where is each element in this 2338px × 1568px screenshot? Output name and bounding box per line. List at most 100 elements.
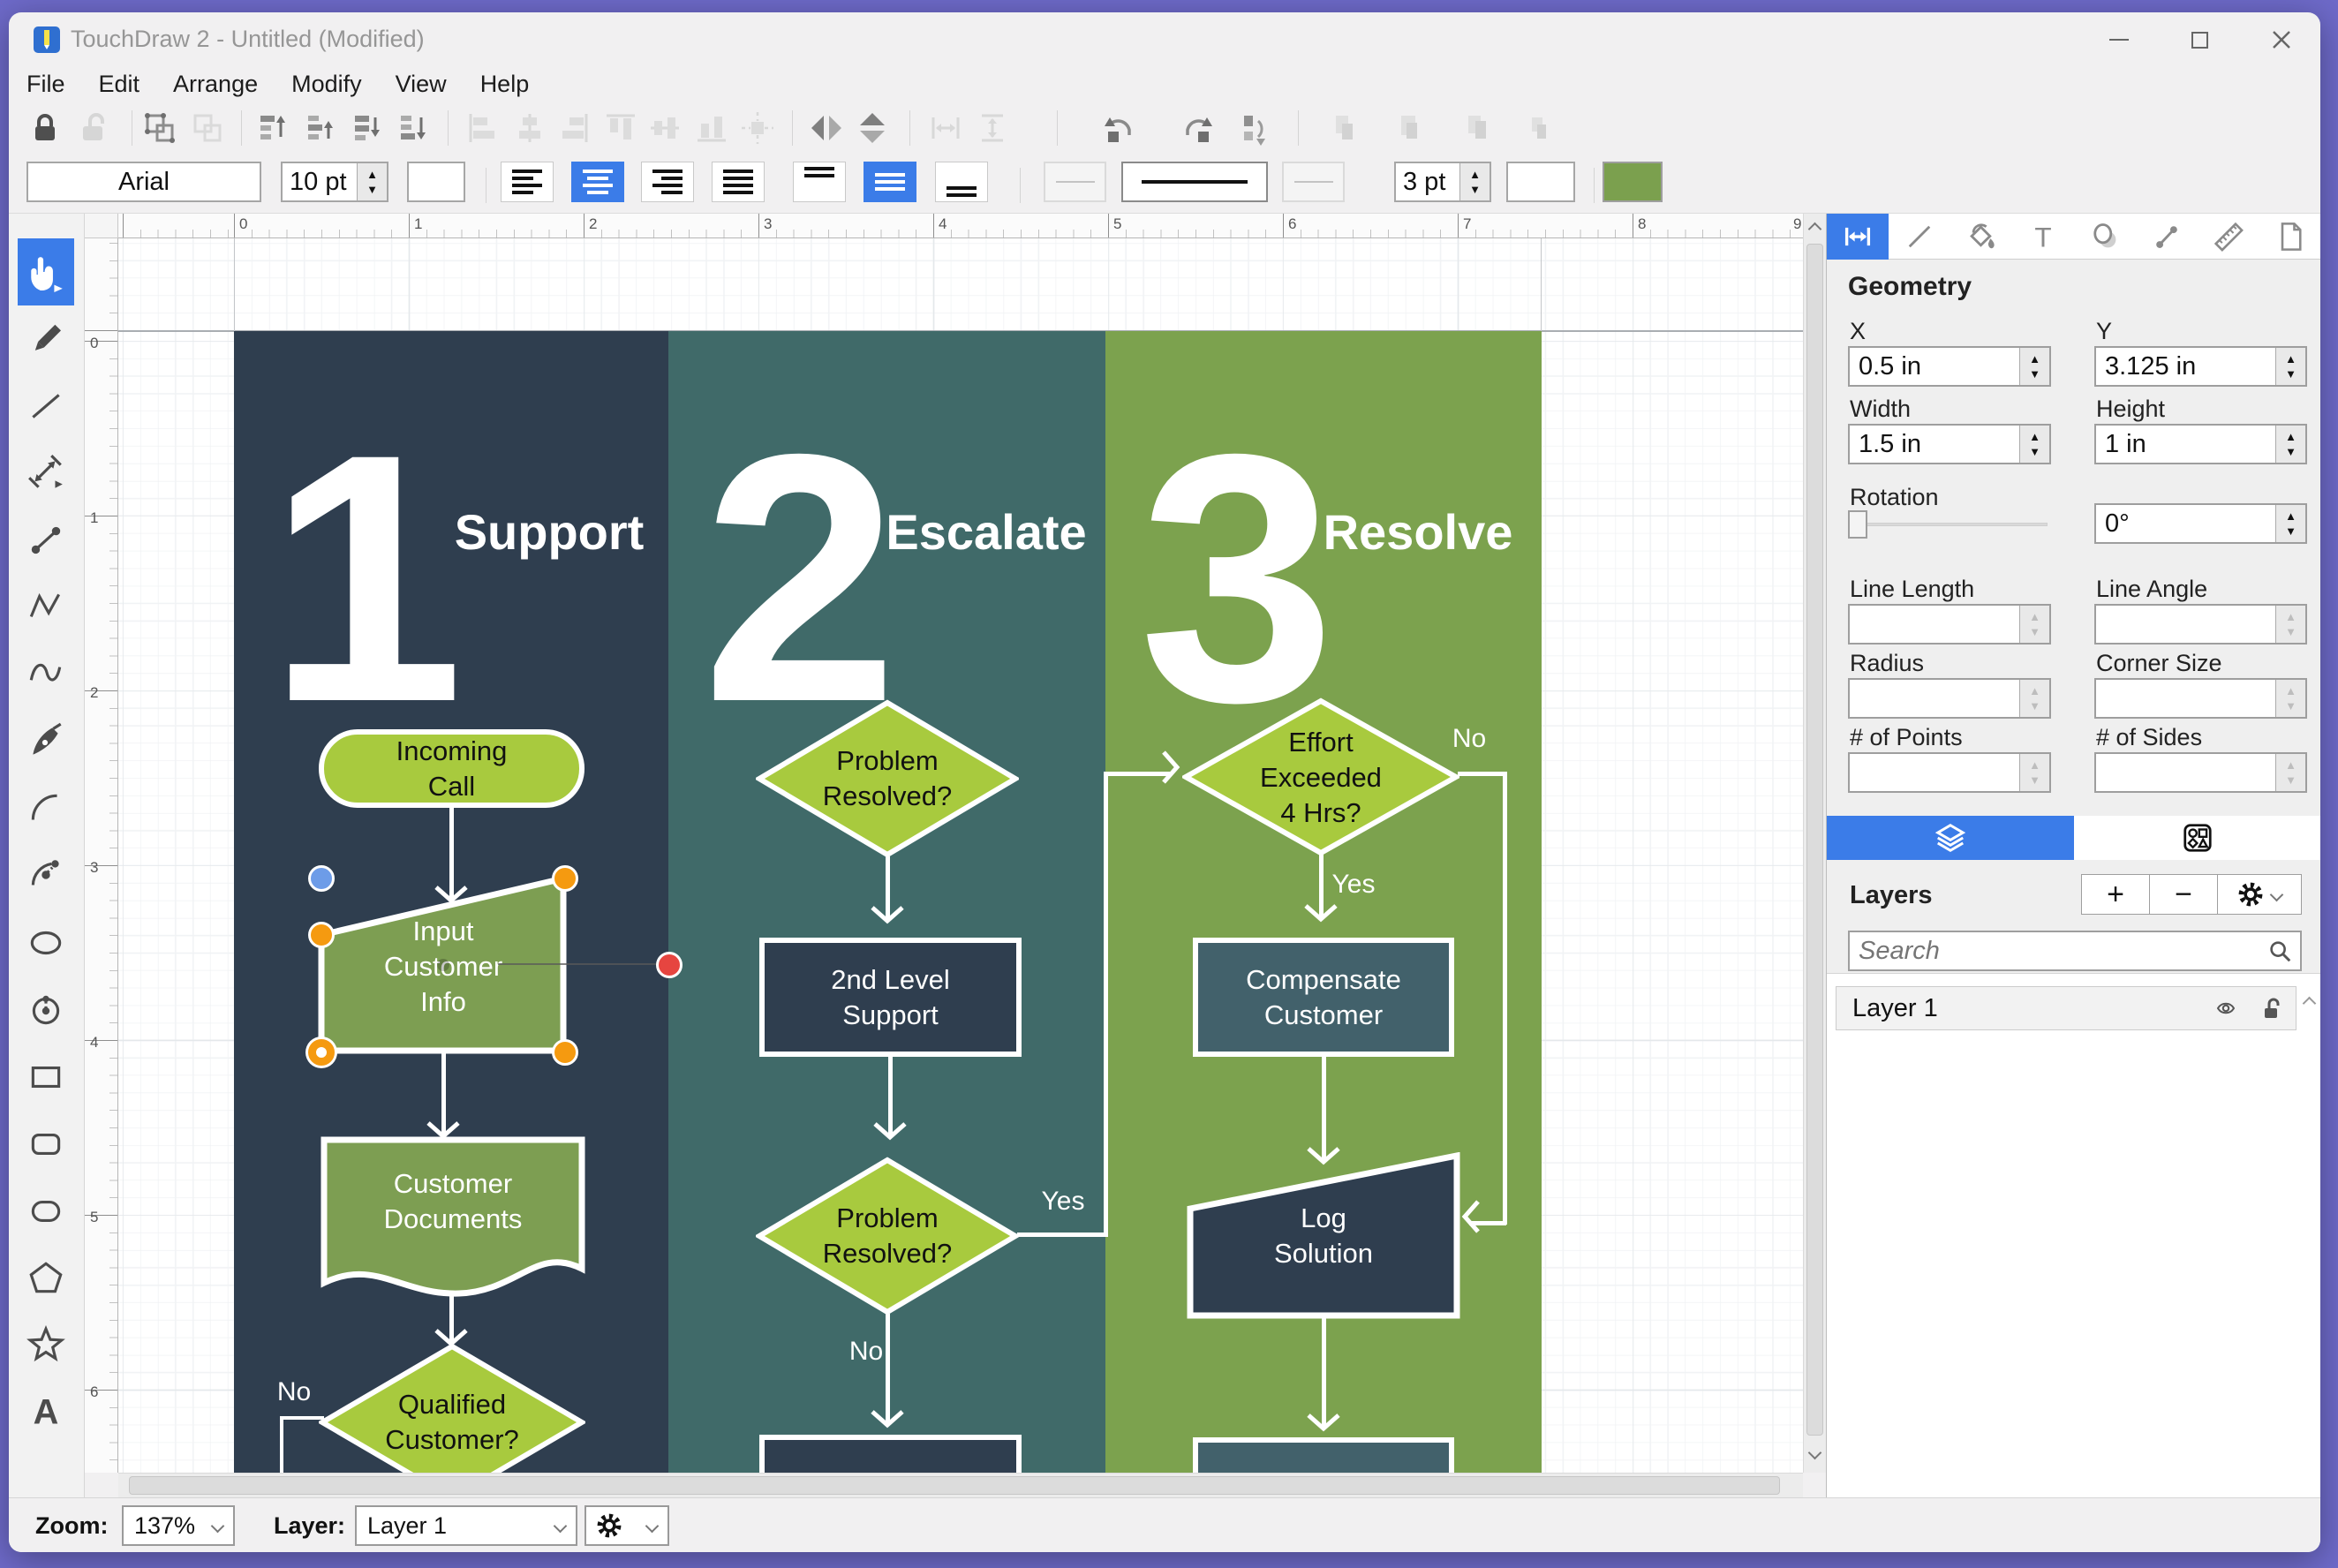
align-left-button[interactable] xyxy=(459,104,507,152)
tool-pen[interactable] xyxy=(18,708,74,775)
connector-no[interactable] xyxy=(1458,772,1506,776)
menu-file[interactable]: File xyxy=(26,71,65,98)
y-field[interactable]: ▲▼ xyxy=(2094,346,2307,387)
tool-line[interactable] xyxy=(18,373,74,440)
tab-layers[interactable] xyxy=(1827,816,2074,860)
tool-ellipse[interactable] xyxy=(18,909,74,976)
rotation-slider-knob[interactable] xyxy=(1848,510,1867,539)
ungroup-button[interactable] xyxy=(184,104,231,152)
node-partial-bottom-col3[interactable] xyxy=(1193,1437,1454,1473)
menu-edit[interactable]: Edit xyxy=(99,71,140,98)
tool-star[interactable] xyxy=(18,1312,74,1379)
connector-yes[interactable] xyxy=(1104,773,1108,1237)
justify-text-button[interactable] xyxy=(712,162,765,202)
font-size-stepper[interactable]: 10 pt ▲ ▼ xyxy=(281,162,388,202)
copy-style-button[interactable] xyxy=(1386,104,1434,152)
line-weight-thin-option[interactable] xyxy=(1044,162,1106,202)
close-button[interactable] xyxy=(2255,21,2308,58)
flip-vertical-button[interactable] xyxy=(848,104,896,152)
vertical-align-middle-button[interactable] xyxy=(864,162,916,202)
align-canvas-button[interactable] xyxy=(734,104,781,152)
drawing-canvas[interactable]: 1 Support 2 Escalate 3 Resolve No Yes No… xyxy=(118,238,1803,1473)
tab-shadow[interactable] xyxy=(2074,214,2136,260)
remove-layer-button[interactable]: − xyxy=(2149,874,2218,915)
tool-polyline[interactable] xyxy=(18,574,74,641)
tool-polygon[interactable] xyxy=(18,1245,74,1312)
list-scroll-up-icon[interactable] xyxy=(2302,996,2317,1011)
stroke-width-stepper[interactable]: 3 pt ▲ ▼ xyxy=(1394,162,1491,202)
vertical-align-top-button[interactable] xyxy=(793,162,846,202)
sides-field[interactable]: ▲ ▼ xyxy=(2094,752,2307,793)
tool-text[interactable]: A xyxy=(18,1379,74,1446)
h-scrollbar-thumb[interactable] xyxy=(129,1476,1780,1495)
copy-appearance-button[interactable] xyxy=(1453,104,1501,152)
tool-rounded-rectangle[interactable] xyxy=(18,1111,74,1178)
layer-combo[interactable]: Layer 1 xyxy=(355,1505,577,1546)
node-partial-bottom-col2[interactable] xyxy=(759,1435,1022,1473)
flip-horizontal-button[interactable] xyxy=(803,104,850,152)
align-right-button[interactable] xyxy=(550,104,598,152)
tool-center-ellipse[interactable] xyxy=(18,976,74,1044)
tool-dimension[interactable] xyxy=(18,440,74,507)
menu-modify[interactable]: Modify xyxy=(291,71,362,98)
tab-libraries[interactable] xyxy=(2074,816,2320,860)
align-middle-button[interactable] xyxy=(641,104,689,152)
height-field[interactable]: ▲▼ xyxy=(2094,424,2307,464)
rotate-angle-button[interactable] xyxy=(1227,104,1275,152)
rotate-right-button[interactable] xyxy=(1174,104,1222,152)
layer-options-button[interactable] xyxy=(2217,874,2302,915)
align-text-right-button[interactable] xyxy=(641,162,694,202)
menu-help[interactable]: Help xyxy=(480,71,530,98)
rotate-left-button[interactable] xyxy=(1095,104,1143,152)
vertical-align-bottom-button[interactable] xyxy=(935,162,988,202)
apply-style-button[interactable] xyxy=(1515,104,1563,152)
stroke-width-spin-buttons[interactable]: ▲ ▼ xyxy=(1459,163,1490,200)
selection-handle-orange[interactable] xyxy=(308,922,335,948)
maximize-button[interactable] xyxy=(2173,21,2226,58)
v-scrollbar-thumb[interactable] xyxy=(1806,244,1823,1436)
align-text-center-button[interactable] xyxy=(571,162,624,202)
corner-size-field[interactable]: ▲ ▼ xyxy=(2094,678,2307,719)
add-layer-button[interactable]: + xyxy=(2081,874,2150,915)
make-same-height-button[interactable] xyxy=(969,104,1016,152)
radius-field[interactable]: ▲ ▼ xyxy=(1848,678,2051,719)
x-field[interactable]: ▲▼ xyxy=(1848,346,2051,387)
tab-fill[interactable] xyxy=(1950,214,2012,260)
unlock-button[interactable] xyxy=(69,104,117,152)
tab-line[interactable] xyxy=(1889,214,1950,260)
layer-settings-button[interactable] xyxy=(584,1505,669,1546)
tool-squircle[interactable] xyxy=(18,1178,74,1245)
tool-connection[interactable] xyxy=(18,507,74,574)
connector-no[interactable] xyxy=(280,1416,283,1473)
zoom-combo[interactable]: 137% xyxy=(122,1505,235,1546)
connector[interactable] xyxy=(1322,1317,1326,1428)
tab-connection[interactable] xyxy=(2136,214,2198,260)
layer-visibility-eye-icon[interactable] xyxy=(2211,998,2241,1019)
tool-pencil[interactable] xyxy=(18,305,74,373)
tab-page[interactable] xyxy=(2259,214,2320,260)
connector-yes[interactable] xyxy=(1017,1233,1105,1237)
bring-to-front-button[interactable] xyxy=(249,104,297,152)
rotation-field[interactable]: ▲▼ xyxy=(2094,503,2307,544)
connector-no[interactable] xyxy=(886,1314,890,1424)
tab-geometry[interactable] xyxy=(1827,214,1889,260)
align-center-button[interactable] xyxy=(506,104,554,152)
minimize-button[interactable] xyxy=(2093,21,2146,58)
selection-handle-orange[interactable] xyxy=(552,1039,578,1066)
send-backward-button[interactable] xyxy=(343,104,391,152)
lock-button[interactable] xyxy=(21,104,69,152)
send-to-back-button[interactable] xyxy=(389,104,437,152)
connector-no[interactable] xyxy=(280,1416,324,1420)
tool-arc[interactable] xyxy=(18,775,74,842)
text-color-swatch[interactable] xyxy=(407,162,465,202)
bring-forward-button[interactable] xyxy=(297,104,344,152)
line-weight-thick-option[interactable] xyxy=(1282,162,1345,202)
control-handle-red[interactable] xyxy=(656,952,683,978)
tool-pan[interactable] xyxy=(18,238,74,305)
font-family-combo[interactable]: Arial xyxy=(26,162,261,202)
tool-arc-point[interactable] xyxy=(18,842,74,909)
font-size-spin-buttons[interactable]: ▲ ▼ xyxy=(357,163,387,200)
tab-text[interactable]: T xyxy=(2012,214,2074,260)
paste-style-button[interactable] xyxy=(1321,104,1369,152)
width-field[interactable]: ▲▼ xyxy=(1848,424,2051,464)
